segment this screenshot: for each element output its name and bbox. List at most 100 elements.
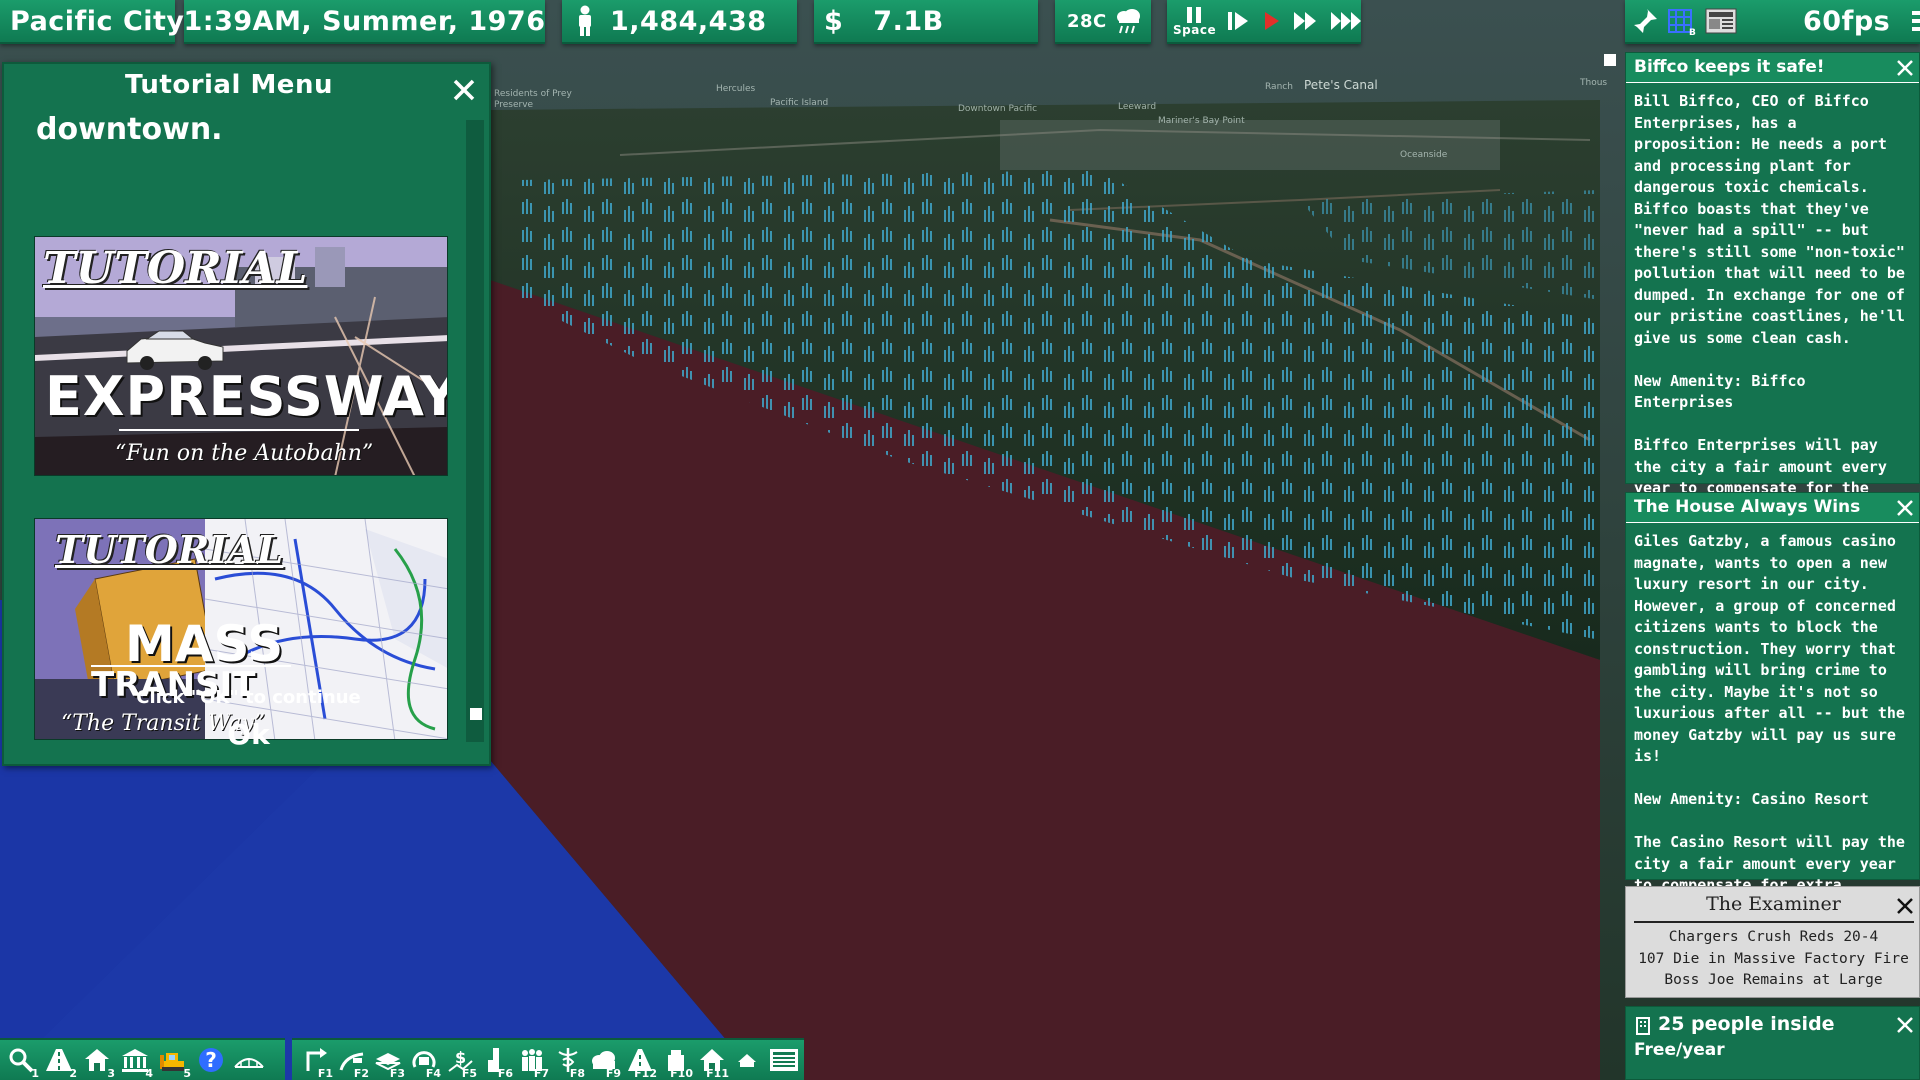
headline: Boss Joe Remains at Large xyxy=(1664,972,1883,988)
hide-ui-button[interactable] xyxy=(730,1040,764,1080)
close-icon xyxy=(1897,898,1913,914)
zone-icon xyxy=(85,1049,109,1071)
card-divider xyxy=(119,429,359,431)
hotkey-label: F4 xyxy=(425,1067,441,1080)
zone-tool-button[interactable]: 3 xyxy=(78,1040,116,1080)
hotkey-label: F12 xyxy=(634,1067,657,1080)
road-tool-button[interactable]: 2 xyxy=(40,1040,78,1080)
tutorial-list[interactable]: downtown. TUTORIAL EXPRESSWA “Fun on the… xyxy=(14,116,480,740)
building-cost: Free/year xyxy=(1634,1040,1725,1060)
newspaper-examiner[interactable]: The Examiner Chargers Crush Reds 20-4 10… xyxy=(1625,886,1920,998)
svg-text:B: B xyxy=(1689,28,1696,36)
city-name-panel[interactable]: Pacific City xyxy=(0,0,184,44)
close-newspaper-button[interactable] xyxy=(1891,892,1919,920)
occupancy-count: 25 people inside xyxy=(1658,1013,1835,1035)
news-card-header: Biffco keeps it safe! xyxy=(1626,53,1919,83)
view-toolbar: F1 F2 F3 F4 $ F5 F6 F7 F8 F9 F12 F10 F11 xyxy=(292,1038,804,1080)
card-tag: TUTORIAL xyxy=(55,527,284,572)
map-label: Residents of Prey xyxy=(494,89,572,99)
traffic-view-button[interactable]: F2 xyxy=(334,1040,370,1080)
money-panel[interactable]: $ 7.1B xyxy=(814,0,1038,44)
housing-view-button[interactable]: F11 xyxy=(694,1040,730,1080)
map-label: Leeward xyxy=(1118,102,1157,112)
build-toolbar: 1 2 3 4 5 ? xyxy=(0,1038,285,1080)
tutorial-menu-panel: Tutorial Menu downtown. TUTORIAL EXPRESS… xyxy=(2,62,491,766)
news-card-body: Bill Biffco, CEO of Biffco Enterprises, … xyxy=(1634,92,1905,540)
close-icon xyxy=(1897,60,1913,76)
fast-button[interactable] xyxy=(1292,3,1320,39)
query-icon xyxy=(9,1048,34,1073)
news-card-biffco: Biffco keeps it safe! Bill Biffco, CEO o… xyxy=(1625,52,1920,540)
continue-hint: Click "OK" to continue xyxy=(136,687,361,708)
tutorial-scrollbar[interactable] xyxy=(466,120,484,742)
hotkey-label: F10 xyxy=(670,1067,693,1080)
population-view-button[interactable]: F7 xyxy=(514,1040,550,1080)
close-news-button[interactable] xyxy=(1891,494,1919,522)
health-view-button[interactable]: F8 xyxy=(550,1040,586,1080)
help-button[interactable]: ? xyxy=(192,1040,230,1080)
close-news-button[interactable] xyxy=(1891,54,1919,82)
tutorial-intro-text: downtown. xyxy=(36,116,223,147)
land-value-view-button[interactable]: F12 xyxy=(622,1040,658,1080)
budget-icon xyxy=(234,1058,264,1068)
hotkey-label: F7 xyxy=(533,1067,549,1080)
card-tag: TUTORIAL xyxy=(43,243,308,294)
close-icon xyxy=(1897,500,1913,516)
hotkey-label: F3 xyxy=(389,1067,405,1080)
top-right-panel: B 60fps xyxy=(1625,0,1920,44)
close-icon xyxy=(1897,1017,1913,1033)
hide-ui-icon xyxy=(738,1054,756,1067)
density-view-button[interactable]: F6 xyxy=(478,1040,514,1080)
step-button[interactable] xyxy=(1226,3,1250,39)
close-info-button[interactable] xyxy=(1891,1011,1919,1039)
pin-icon[interactable] xyxy=(1633,7,1659,35)
person-icon xyxy=(574,5,596,37)
hotkey-label: F2 xyxy=(353,1067,369,1080)
fastest-button[interactable] xyxy=(1330,3,1364,39)
transit-view-button[interactable]: F4 xyxy=(406,1040,442,1080)
play-icon xyxy=(1265,12,1280,30)
hotkey-label: F11 xyxy=(706,1067,729,1080)
rain-cloud-icon xyxy=(1113,6,1143,36)
play-button[interactable] xyxy=(1260,3,1282,39)
ok-button[interactable]: Ok xyxy=(4,718,493,751)
hotkey-label: 2 xyxy=(69,1067,77,1080)
headline: 107 Die in Massive Factory Fire xyxy=(1638,950,1909,967)
pollution-view-button[interactable]: F9 xyxy=(586,1040,622,1080)
fastest-forward-icon xyxy=(1331,12,1362,30)
news-card-casino: The House Always Wins Giles Gatzby, a fa… xyxy=(1625,492,1920,916)
hotkey-label: 1 xyxy=(31,1067,39,1080)
money-view-button[interactable]: $ F5 xyxy=(442,1040,478,1080)
date-time-panel[interactable]: 1:39AM, Summer, 1976 xyxy=(184,0,545,44)
weather-panel[interactable]: 28C xyxy=(1055,0,1151,44)
news-card-title: Biffco keeps it safe! xyxy=(1634,57,1825,77)
budget-button[interactable] xyxy=(230,1040,268,1080)
map-label: Preserve xyxy=(494,100,534,110)
tutorial-menu-title: Tutorial Menu xyxy=(125,70,333,100)
population-panel[interactable]: 1,484,438 xyxy=(562,0,797,44)
newspaper-title: The Examiner xyxy=(1706,893,1841,915)
newspaper-button[interactable] xyxy=(764,1040,804,1080)
bulldozer-tool-button[interactable]: 5 xyxy=(154,1040,192,1080)
hotkey-label: 3 xyxy=(107,1067,115,1080)
news-card-body: Giles Gatzby, a famous casino magnate, w… xyxy=(1634,532,1905,916)
government-tool-button[interactable]: 4 xyxy=(116,1040,154,1080)
svg-text:?: ? xyxy=(205,1048,217,1072)
hotkey-label: 4 xyxy=(145,1067,153,1080)
news-card-header: The House Always Wins xyxy=(1626,493,1919,523)
grid-icon[interactable]: B xyxy=(1667,6,1697,38)
query-tool-button[interactable]: 1 xyxy=(2,1040,40,1080)
fast-forward-icon xyxy=(1294,12,1317,30)
menu-icon[interactable] xyxy=(1910,8,1920,34)
pause-button[interactable]: Space xyxy=(1173,3,1216,39)
speed-controls: Space xyxy=(1167,0,1364,44)
date-time: 1:39AM, Summer, 1976 xyxy=(183,5,546,37)
routes-view-button[interactable]: F1 xyxy=(298,1040,334,1080)
zones-view-button[interactable]: F3 xyxy=(370,1040,406,1080)
tutorial-card-expressways[interactable]: TUTORIAL EXPRESSWAYS “Fun on the Autobah… xyxy=(34,236,448,476)
close-tutorial-button[interactable] xyxy=(450,76,478,104)
map-label: Ranch xyxy=(1265,82,1293,92)
hotkey-label: F9 xyxy=(605,1067,621,1080)
newspaper-toggle-icon[interactable] xyxy=(1705,7,1737,35)
education-view-button[interactable]: F10 xyxy=(658,1040,694,1080)
